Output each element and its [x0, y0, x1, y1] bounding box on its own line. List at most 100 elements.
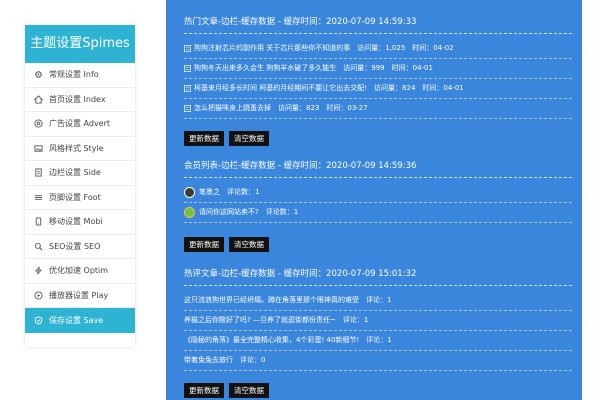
sidebar-item-label: 优化加速 Optim	[49, 266, 109, 276]
list-item[interactable]: 怎么把猫咪身上跳蚤去掉 访问量： 823 时间： 03-27	[184, 99, 572, 119]
article-title: 柯基来月经多长时间 柯基的月经期间不要让它出去交配!	[194, 84, 368, 92]
sidebar-title: 主题设置Spimes	[25, 25, 135, 63]
sidebar-item-advert[interactable]: 广告设置 Advert	[25, 112, 135, 137]
comments-count: 1	[293, 208, 299, 216]
list-item[interactable]: 狗狗冬天出来多久会生 狗狗羊水破了多久能生 访问量： 999 时间： 04-01	[184, 59, 572, 79]
clear-data-button[interactable]: 清空数据	[229, 237, 269, 252]
time-label: 时间：	[412, 44, 434, 52]
list-item[interactable]: 这只流浪狗世界已经坍塌。蹲在角落里那个眼神真的难受 评论： 1	[184, 291, 572, 311]
home-icon	[33, 94, 43, 104]
section-header: 热评文章-边栏-缓存数据 - 缓存时间：2020-07-09 15:01:32	[184, 266, 572, 286]
sidebar-item-label: 常规设置 Info	[49, 70, 99, 80]
shield-icon	[33, 315, 43, 325]
list-item[interactable]: 带着兔兔去旅行 评论： 0	[184, 351, 572, 371]
sidebar-item-style[interactable]: 风格样式 Style	[25, 137, 135, 161]
time-value: 04-01	[443, 84, 464, 92]
section-header: 热门文章-边栏-缓存数据 - 缓存时间：2020-07-09 14:59:33	[184, 14, 572, 34]
sidebar-item-optim[interactable]: 优化加速 Optim	[25, 259, 135, 284]
comments-label: 评论数：	[265, 208, 294, 216]
sidebar-item-save[interactable]: 保存设置 Save	[25, 308, 135, 333]
sidebar-item-label: 首页设置 Index	[49, 94, 106, 104]
bolt-icon	[33, 266, 43, 276]
time-label: 时间：	[422, 84, 444, 92]
sidebar-item-label: 广告设置 Advert	[49, 119, 111, 129]
image-icon	[33, 143, 43, 153]
comments-label: 评论：	[366, 336, 388, 344]
refresh-data-button[interactable]: 更新数据	[184, 237, 224, 252]
comments-label: 评论：	[342, 316, 364, 324]
views-label: 访问量：	[278, 104, 306, 112]
avatar	[184, 187, 195, 198]
views-label: 访问量：	[357, 44, 386, 52]
views-label: 访问量：	[374, 84, 403, 92]
article-title: 带着兔兔去旅行	[184, 356, 233, 364]
target-icon	[33, 119, 43, 129]
list-item[interactable]: 请问你这网站卖不? 评论数： 1	[184, 203, 572, 223]
document-icon	[184, 85, 191, 92]
comments-count: 1	[387, 296, 392, 304]
sidebar-item-info[interactable]: 常规设置 Info	[25, 63, 135, 88]
comments-count: 1	[363, 316, 369, 324]
sidebar-item-label: 风格样式 Style	[49, 143, 104, 153]
list-item[interactable]: 柯基来月经多长时间 柯基的月经期间不要让它出去交配! 访问量： 824 时间： …	[184, 79, 572, 99]
article-title: 养猫之后你酸好了吗? —旦养了就逛街都份责任~	[184, 316, 336, 324]
sidebar-item-index[interactable]: 首页设置 Index	[25, 88, 135, 112]
avatar	[184, 207, 195, 218]
time-value: 04-02	[433, 44, 454, 52]
sidebar-item-label: 播放器设置 Play	[49, 290, 109, 300]
views-label: 访问量：	[343, 64, 372, 72]
sidebar-item-mobi[interactable]: 移动设置 Mobi	[25, 210, 135, 235]
refresh-data-button[interactable]: 更新数据	[184, 131, 224, 146]
sidebar-item-side[interactable]: 边栏设置 Side	[25, 161, 135, 186]
comments-label: 评论：	[240, 356, 261, 364]
document-icon	[184, 65, 191, 72]
article-title: 狗狗注射芯片的副作用 关于芯片那些你不知道的事	[194, 44, 351, 52]
search-icon	[33, 241, 43, 251]
gear-icon	[33, 70, 43, 80]
sidebar-item-foot[interactable]: 页脚设置 Foot	[25, 186, 135, 210]
member-name: 请问你这网站卖不?	[199, 208, 259, 216]
time-value: 03-27	[347, 104, 368, 112]
member-name: 笔墨之	[199, 188, 220, 196]
comments-label: 评论：	[366, 296, 387, 304]
article-title: 怎么把猫咪身上跳蚤去掉	[194, 104, 271, 112]
views-count: 1,025	[385, 44, 406, 52]
sidebar-item-label: 页脚设置 Foot	[49, 192, 101, 202]
views-count: 824	[402, 84, 416, 92]
list-item[interactable]: 养猫之后你酸好了吗? —旦养了就逛街都份责任~ 评论： 1	[184, 311, 572, 331]
list-item[interactable]: 《隐秘的角落》最全完整精心收集，4个彩蛋! 40新细节! 评论： 1	[184, 331, 572, 351]
clear-data-button[interactable]: 清空数据	[229, 383, 269, 398]
list-item[interactable]: 狗狗注射芯片的副作用 关于芯片那些你不知道的事 访问量： 1,025 时间： 0…	[184, 39, 572, 59]
comments-count: 0	[261, 356, 266, 364]
views-count: 999	[371, 64, 385, 72]
comments-label: 评论数：	[227, 188, 255, 196]
document-icon	[184, 45, 191, 52]
list-item[interactable]: 笔墨之 评论数： 1	[184, 183, 572, 203]
time-label: 时间：	[326, 104, 348, 112]
article-title: 狗狗冬天出来多久会生 狗狗羊水破了多久能生	[194, 64, 337, 72]
mobile-icon	[33, 217, 43, 227]
refresh-data-button[interactable]: 更新数据	[184, 383, 224, 398]
views-count: 823	[306, 104, 320, 112]
time-label: 时间：	[391, 64, 413, 72]
sidebar-item-label: 保存设置 Save	[49, 315, 104, 325]
sidebar-item-label: 移动设置 Mobi	[49, 217, 103, 227]
sidebar-item-play[interactable]: 播放器设置 Play	[25, 284, 135, 308]
member-list-section: 会员列表-边栏-缓存数据 - 缓存时间：2020-07-09 14:59:36 …	[184, 158, 572, 252]
sidebar-icon	[33, 168, 43, 178]
sidebar-item-seo[interactable]: SEO设置 SEO	[25, 235, 135, 259]
list-icon	[33, 192, 43, 202]
hot-comments-section: 热评文章-边栏-缓存数据 - 缓存时间：2020-07-09 15:01:32 …	[184, 266, 572, 398]
comments-count: 1	[387, 336, 392, 344]
play-icon	[33, 290, 43, 300]
article-title: 这只流浪狗世界已经坍塌。蹲在角落里那个眼神真的难受	[184, 296, 359, 304]
hot-articles-section: 热门文章-边栏-缓存数据 - 缓存时间：2020-07-09 14:59:33 …	[184, 14, 572, 146]
section-header: 会员列表-边栏-缓存数据 - 缓存时间：2020-07-09 14:59:36	[184, 158, 572, 178]
comments-count: 1	[255, 188, 260, 196]
article-title: 《隐秘的角落》最全完整精心收集，4个彩蛋! 40新细节!	[184, 336, 360, 344]
clear-data-button[interactable]: 清空数据	[229, 131, 269, 146]
document-icon	[184, 105, 191, 112]
sidebar-item-label: 边栏设置 Side	[49, 168, 101, 178]
time-value: 04-01	[412, 64, 433, 72]
sidebar-item-label: SEO设置 SEO	[49, 241, 101, 251]
